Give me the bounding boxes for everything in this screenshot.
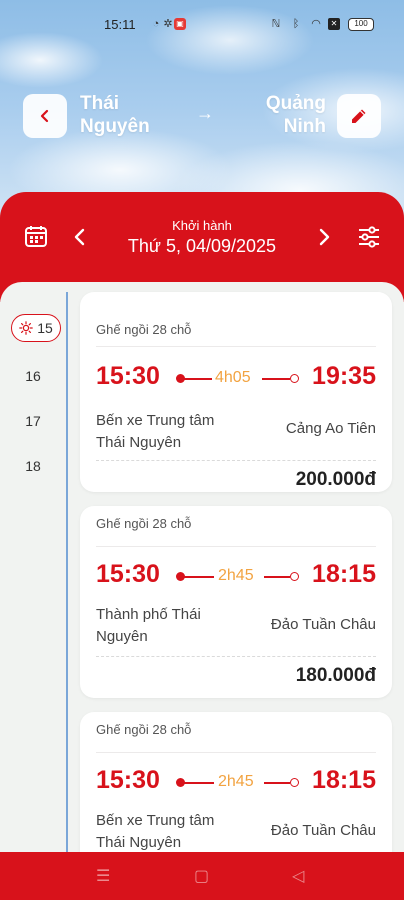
hour-item[interactable]: 18 xyxy=(0,458,66,474)
next-date-icon[interactable] xyxy=(316,228,332,246)
trip-duration: 2h45 xyxy=(218,773,254,790)
departure-time: 15:30 xyxy=(96,560,160,588)
trip-card[interactable]: Ghế ngồi 28 chỗ 15:30 2h45 18:15 Bến xe … xyxy=(80,712,392,852)
back-button[interactable] xyxy=(23,94,67,138)
route-arrow-icon: → xyxy=(196,103,214,123)
menu-nav-icon[interactable]: ☰ xyxy=(96,866,110,886)
settings-icon: ✲ xyxy=(163,18,173,30)
origin-line1: Thái xyxy=(80,93,120,114)
route-line xyxy=(184,782,214,784)
route-line xyxy=(262,378,290,380)
destination-dot xyxy=(290,778,299,787)
seat-type: Ghế ngồi 28 chỗ xyxy=(96,722,192,737)
ticket-price: 180.000đ xyxy=(295,665,376,686)
route-line xyxy=(184,378,212,380)
departure-station: Bến xe Trung tâm Thái Nguyên xyxy=(96,812,215,851)
divider xyxy=(96,752,376,753)
divider xyxy=(96,460,376,461)
origin-city: Thái Nguyên xyxy=(80,92,150,138)
ticket-price: 200.000đ xyxy=(295,469,376,490)
arrival-station: Cảng Ao Tiên xyxy=(285,420,376,437)
app-notification-icon: ▣ xyxy=(174,18,186,30)
sim-icon: ✕ xyxy=(328,18,340,30)
origin-line2: Nguyên xyxy=(80,116,150,137)
route-line xyxy=(184,576,214,578)
hour-label: 15 xyxy=(37,320,53,336)
arrival-station: Đảo Tuần Châu xyxy=(270,616,376,633)
arrival-time: 19:35 xyxy=(312,362,376,390)
back-nav-icon[interactable]: ◁ xyxy=(292,866,304,886)
sun-icon xyxy=(19,321,34,335)
divider xyxy=(96,546,376,547)
status-bar: 15:11 ◔ ✲ ▣ ℕ ᛒ ◠ ✕ 100 xyxy=(0,0,404,50)
timeline-divider xyxy=(66,292,68,852)
hour-item[interactable]: 17 xyxy=(0,413,66,429)
hour-item[interactable]: 16 xyxy=(0,368,66,384)
departure-time: 15:30 xyxy=(96,766,160,794)
divider xyxy=(96,346,376,347)
trip-card[interactable]: Ghế ngồi 28 chỗ 15:30 2h45 18:15 Thành p… xyxy=(80,506,392,698)
system-nav-bar: ☰ ▢ ◁ xyxy=(0,852,404,900)
arrival-station: Đảo Tuần Châu xyxy=(270,822,376,839)
battery-icon: 100 xyxy=(348,18,374,31)
mute-icon: ℕ xyxy=(271,18,281,30)
destination-line2: Ninh xyxy=(283,116,326,137)
arrival-time: 18:15 xyxy=(312,560,376,588)
departure-station: Thành phố Thái Nguyên xyxy=(96,606,201,645)
destination-dot xyxy=(290,374,299,383)
route-line xyxy=(264,782,290,784)
trip-list-sheet: 15 16 17 18 Ghế ngồi 28 chỗ 15:30 4h05 1… xyxy=(0,282,404,852)
divider xyxy=(96,656,376,657)
filter-icon[interactable] xyxy=(357,226,381,248)
departure-station: Bến xe Trung tâm Thái Nguyên xyxy=(96,412,215,451)
departure-label: Khởi hành xyxy=(172,218,232,233)
seat-type: Ghế ngồi 28 chỗ xyxy=(96,322,192,337)
destination-city: Quảng Ninh xyxy=(258,92,326,138)
route-line xyxy=(264,576,290,578)
seat-type: Ghế ngồi 28 chỗ xyxy=(96,516,192,531)
home-nav-icon[interactable]: ▢ xyxy=(194,866,209,886)
hour-filter-column: 15 16 17 18 xyxy=(0,282,66,852)
wifi-icon: ◠ xyxy=(311,18,321,30)
edit-route-button[interactable] xyxy=(337,94,381,138)
alarm-icon: ◔ xyxy=(152,18,160,30)
status-time: 15:11 xyxy=(104,17,136,32)
destination-line1: Quảng xyxy=(265,93,326,114)
departure-time: 15:30 xyxy=(96,362,160,390)
bluetooth-icon: ᛒ xyxy=(292,18,300,30)
edit-icon xyxy=(352,109,366,123)
arrival-time: 18:15 xyxy=(312,766,376,794)
trip-card[interactable]: Ghế ngồi 28 chỗ 15:30 4h05 19:35 Bến xe … xyxy=(80,292,392,492)
departure-date[interactable]: Thứ 5, 04/09/2025 xyxy=(0,236,404,257)
trip-duration: 4h05 xyxy=(215,369,251,386)
hour-item-active[interactable]: 15 xyxy=(11,314,61,342)
trip-duration: 2h45 xyxy=(218,567,254,584)
destination-dot xyxy=(290,572,299,581)
back-icon xyxy=(40,109,49,123)
